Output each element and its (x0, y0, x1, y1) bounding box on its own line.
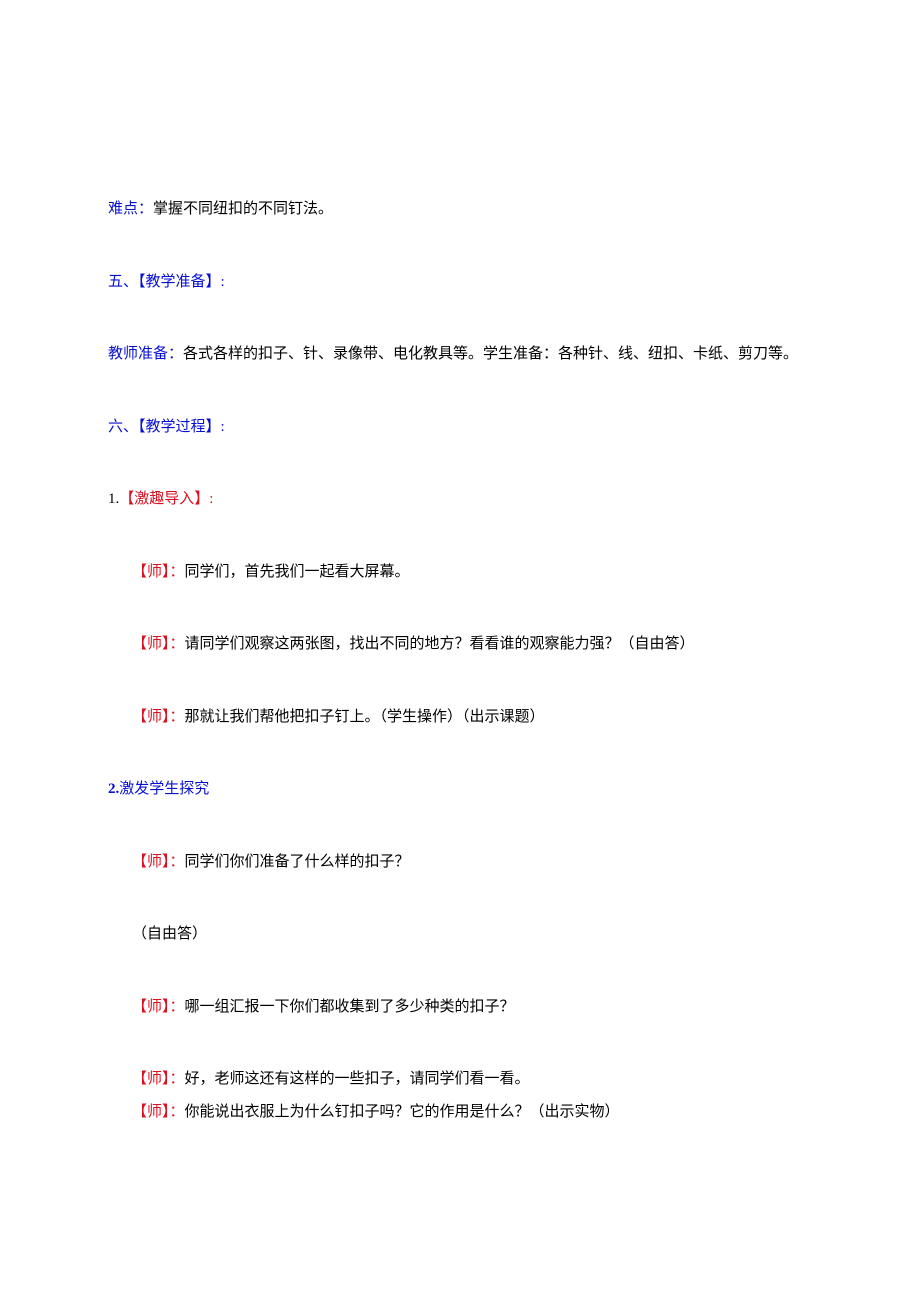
text-teacher-6: 好，老师这还有这样的一些扣子，请同学们看一看。 (185, 1071, 530, 1087)
tag-teacher: 【师】： (132, 709, 185, 725)
tag-teacher: 【师】： (132, 1104, 185, 1120)
heading-six: 六、【教学过程】: (108, 416, 816, 439)
text-teacher-7: 你能说出衣服上为什么钉扣子吗？它的作用是什么？（出示实物） (185, 1104, 620, 1120)
text-free-answer: （自由答） (132, 926, 207, 942)
tag-teacher: 【师】： (132, 999, 185, 1015)
label-sub-1: 【激趣导入】: (119, 491, 213, 507)
text-difficulty: 掌握不同纽扣的不同钉法。 (153, 201, 333, 217)
tag-teacher: 【师】： (132, 854, 185, 870)
tag-teacher: 【师】： (132, 636, 185, 652)
tag-teacher: 【师】： (132, 564, 185, 580)
subheading-1: 1.【激趣导入】: (108, 488, 816, 511)
text-teacher-3: 那就让我们帮他把扣子钉上。（学生操作）（出示课题） (185, 709, 545, 725)
label-heading-five: 五、【教学准备】: (108, 274, 225, 290)
line-teacher-2: 【师】：请同学们观察这两张图，找出不同的地方？看看谁的观察能力强？（自由答） (108, 633, 816, 656)
label-sub-2: 激发学生探究 (119, 781, 209, 797)
line-teacher-3: 【师】：那就让我们帮他把扣子钉上。（学生操作）（出示课题） (108, 706, 816, 729)
line-teacher-1: 【师】：同学们，首先我们一起看大屏幕。 (108, 561, 816, 584)
line-free-answer: （自由答） (108, 923, 816, 946)
num-1: 1. (108, 491, 119, 507)
label-teacher-prep: 教师准备： (108, 346, 183, 362)
subheading-2: 2.激发学生探究 (108, 778, 816, 801)
paragraph-teacher-prep: 教师准备：各式各样的扣子、针、录像带、电化教具等。学生准备：各种针、线、纽扣、卡… (108, 343, 816, 366)
paragraph-difficulty: 难点：掌握不同纽扣的不同钉法。 (108, 198, 816, 221)
label-difficulty: 难点： (108, 201, 153, 217)
line-teacher-6: 【师】：好，老师这还有这样的一些扣子，请同学们看一看。 (108, 1068, 816, 1091)
line-teacher-4: 【师】：同学们你们准备了什么样的扣子？ (108, 851, 816, 874)
line-teacher-7: 【师】：你能说出衣服上为什么钉扣子吗？它的作用是什么？（出示实物） (108, 1101, 816, 1124)
text-teacher-2: 请同学们观察这两张图，找出不同的地方？看看谁的观察能力强？（自由答） (185, 636, 695, 652)
num-2: 2. (108, 781, 119, 797)
text-teacher-4: 同学们你们准备了什么样的扣子？ (185, 854, 410, 870)
text-teacher-5: 哪一组汇报一下你们都收集到了多少种类的扣子？ (185, 999, 515, 1015)
heading-five: 五、【教学准备】: (108, 271, 816, 294)
text-teacher-1: 同学们，首先我们一起看大屏幕。 (185, 564, 410, 580)
label-heading-six: 六、【教学过程】: (108, 419, 225, 435)
line-teacher-5: 【师】：哪一组汇报一下你们都收集到了多少种类的扣子？ (108, 996, 816, 1019)
tag-teacher: 【师】： (132, 1071, 185, 1087)
text-teacher-prep: 各式各样的扣子、针、录像带、电化教具等。学生准备：各种针、线、纽扣、卡纸、剪刀等… (183, 346, 798, 362)
